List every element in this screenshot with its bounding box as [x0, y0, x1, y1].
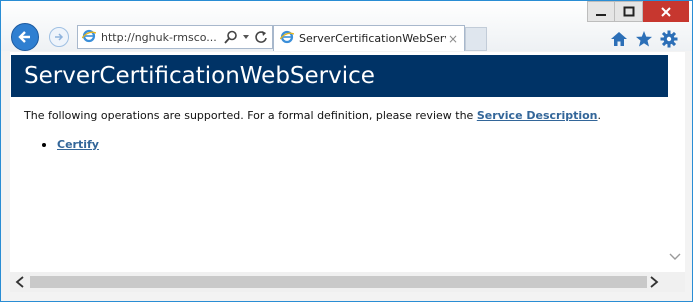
chevron-right-icon	[650, 276, 659, 288]
back-arrow-icon	[18, 31, 30, 43]
forward-button[interactable]	[49, 27, 69, 47]
chevron-left-icon	[15, 276, 24, 288]
search-icon	[224, 30, 237, 44]
scroll-left-button[interactable]	[13, 275, 27, 289]
scroll-right-button[interactable]	[647, 275, 661, 289]
operations-list: Certify	[42, 138, 99, 151]
operation-link-certify[interactable]: Certify	[57, 138, 99, 151]
scroll-down-button[interactable]	[668, 250, 682, 264]
home-button[interactable]	[609, 29, 629, 49]
title-bar: http://nghuk-rmsco... ServerCertificatio…	[1, 1, 692, 51]
back-button[interactable]	[11, 23, 39, 51]
favorites-button[interactable]	[634, 29, 654, 49]
tab-active[interactable]: ServerCertificationWebServ... ×	[273, 25, 465, 51]
scroll-thumb[interactable]	[30, 276, 647, 288]
intro-end: .	[597, 109, 602, 122]
horizontal-scrollbar[interactable]	[10, 272, 685, 292]
address-url: http://nghuk-rmsco...	[101, 30, 217, 44]
chevron-down-icon	[669, 253, 681, 260]
minimize-icon	[596, 13, 606, 16]
search-button[interactable]	[224, 30, 238, 44]
gear-icon	[660, 30, 678, 48]
chevron-down-icon	[243, 35, 249, 39]
ie-tab-icon	[279, 30, 295, 47]
refresh-button[interactable]	[254, 30, 268, 44]
minimize-button[interactable]	[587, 1, 615, 22]
maximize-button[interactable]	[615, 1, 643, 22]
address-bar[interactable]: http://nghuk-rmsco...	[77, 25, 273, 49]
home-icon	[611, 32, 627, 46]
list-item: Certify	[42, 138, 99, 151]
new-tab-button[interactable]	[465, 27, 487, 51]
intro-text: The following operations are supported. …	[24, 109, 477, 122]
page-viewport: ServerCertificationWebService The follow…	[10, 52, 685, 272]
service-description-link[interactable]: Service Description	[477, 109, 598, 122]
service-heading: ServerCertificationWebService	[11, 55, 668, 97]
close-button[interactable]	[643, 1, 689, 22]
tab-title: ServerCertificationWebServ...	[299, 32, 446, 45]
ie-page-icon	[81, 29, 97, 46]
refresh-icon	[255, 31, 267, 43]
settings-button[interactable]	[659, 29, 679, 49]
forward-arrow-icon	[55, 33, 64, 41]
close-icon	[661, 6, 671, 17]
maximize-icon	[623, 6, 634, 16]
tab-close-button[interactable]: ×	[446, 32, 460, 46]
star-icon	[636, 31, 652, 47]
search-dropdown-button[interactable]	[242, 33, 250, 41]
intro-paragraph: The following operations are supported. …	[24, 109, 601, 122]
browser-window: http://nghuk-rmsco... ServerCertificatio…	[0, 0, 693, 302]
bullet-icon	[42, 143, 46, 147]
